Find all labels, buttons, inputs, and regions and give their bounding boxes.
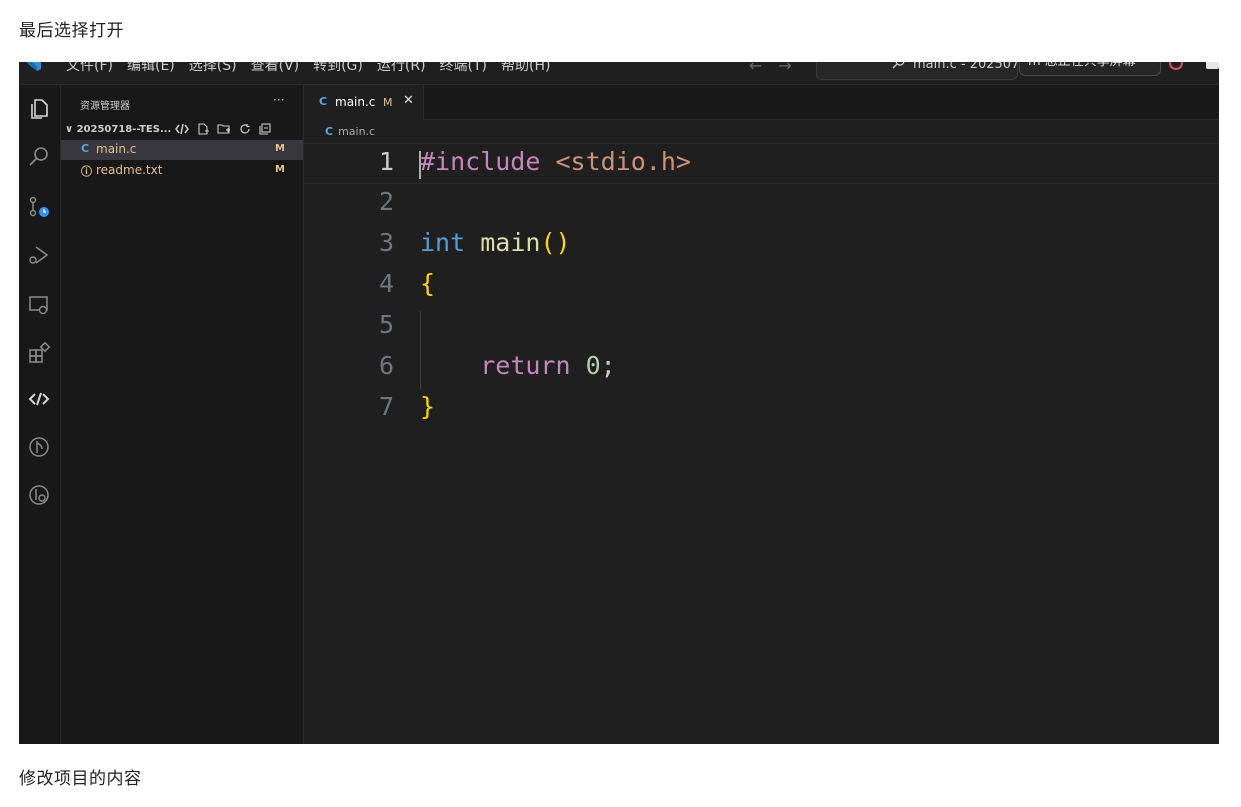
- breadcrumb-label: main.c: [338, 125, 376, 138]
- explorer-title: 资源管理器: [80, 101, 130, 112]
- new-file-icon[interactable]: [197, 123, 209, 135]
- command-center-text: main.c - 202507: [913, 62, 1020, 72]
- code-line: 5: [304, 307, 1219, 348]
- code-text: #include <stdio.h>: [420, 147, 691, 176]
- file-name: main.c: [96, 142, 137, 156]
- c-file-icon: C: [325, 125, 334, 138]
- more-actions-button[interactable]: ···: [273, 93, 284, 107]
- text-cursor: [419, 151, 421, 179]
- collapse-all-icon[interactable]: [259, 123, 271, 135]
- nav-arrows: ← →: [749, 62, 792, 75]
- c-file-icon: C: [319, 95, 328, 108]
- remote-explorer-icon[interactable]: [27, 293, 51, 317]
- menu-item[interactable]: 帮助(H): [499, 62, 552, 75]
- title-bar: 文件(F) 编辑(E) 选择(S) 查看(V) 转到(G) 运行(R) 终端(T) 帮助(H)…: [19, 62, 1219, 85]
- file-item[interactable]: Cmain.c M: [61, 140, 303, 160]
- code-line: 1 #include <stdio.h>: [304, 143, 1219, 184]
- menu-bar: 文件(F) 编辑(E) 选择(S) 查看(V) 转到(G) 运行(R) 终端(T) 帮助(H): [64, 62, 552, 75]
- explorer-icon[interactable]: [27, 97, 51, 121]
- caption-bottom: 修改项目的内容: [19, 769, 142, 789]
- back-button[interactable]: ←: [749, 62, 762, 75]
- code-token: return: [480, 351, 571, 380]
- menu-item[interactable]: 转到(G): [311, 62, 365, 75]
- live-share-icon[interactable]: [175, 123, 189, 135]
- menu-item[interactable]: 查看(V): [249, 62, 302, 75]
- search-icon[interactable]: [27, 145, 51, 169]
- vscode-window: 文件(F) 编辑(E) 选择(S) 查看(V) 转到(G) 运行(R) 终端(T) 帮助(H)…: [19, 62, 1219, 744]
- code-text: return 0;: [420, 351, 616, 380]
- menu-item[interactable]: 运行(R): [375, 62, 428, 75]
- menu-item[interactable]: 文件(F): [64, 62, 115, 75]
- line-number: 4: [378, 269, 394, 298]
- live-share-status[interactable]: m 您正在共享屏幕: [1019, 62, 1161, 76]
- search-icon: [892, 62, 905, 69]
- c-file-icon: C: [81, 142, 90, 155]
- menu-item[interactable]: 选择(S): [187, 62, 239, 75]
- editor-group: C main.c M ✕ Cmain.c 1 #include <stdio.h>…: [304, 85, 1219, 744]
- extensions-icon[interactable]: [27, 341, 51, 365]
- modified-badge: M: [383, 96, 393, 109]
- git-status-badge: M: [275, 143, 285, 154]
- tab-main-c[interactable]: C main.c M ✕: [304, 85, 424, 120]
- vscode-logo-icon: [26, 62, 41, 71]
- explorer-sidebar: 资源管理器 ··· ∨ 20250718--TES... C main.c M …: [61, 85, 304, 744]
- workspace-folder[interactable]: ∨ 20250718--TES...: [65, 124, 171, 135]
- code-token: {: [420, 269, 436, 298]
- code-token: main: [480, 228, 541, 257]
- close-icon[interactable]: ✕: [403, 93, 414, 108]
- code-line: 3 int main(): [304, 225, 1219, 266]
- menu-item[interactable]: 编辑(E): [125, 62, 177, 75]
- code-token: #include: [420, 147, 541, 176]
- code-token: (): [540, 228, 571, 257]
- code-token: }: [420, 392, 436, 421]
- code-editor[interactable]: 1 #include <stdio.h> 2 3 int main() 4{5 6 retu…: [304, 143, 1219, 743]
- line-number: 6: [378, 351, 394, 380]
- live-share-icon[interactable]: [27, 387, 51, 411]
- run-debug-icon[interactable]: [27, 243, 51, 267]
- new-folder-icon[interactable]: [217, 123, 231, 135]
- code-token: 0: [585, 351, 601, 380]
- file-name: readme.txt: [96, 163, 163, 177]
- explorer-toolbar: [175, 123, 271, 135]
- line-number: 5: [378, 310, 394, 339]
- git-graph-icon[interactable]: [27, 435, 51, 459]
- code-token: ;: [600, 351, 616, 380]
- info-icon: ⓘ: [81, 165, 92, 178]
- file-item[interactable]: ⓘ readme.txt M: [61, 161, 303, 181]
- gitlens-icon[interactable]: [27, 483, 51, 507]
- code-text: int main(): [420, 228, 571, 257]
- git-status-badge: M: [275, 164, 285, 175]
- menu-item[interactable]: 终端(T): [438, 62, 489, 75]
- line-number: 7: [378, 392, 394, 421]
- line-number: 1: [378, 147, 394, 176]
- code-token: int: [420, 228, 466, 257]
- code-line: 4{: [304, 266, 1219, 307]
- caption-top: 最后选择打开: [19, 21, 124, 41]
- code-line: 7}: [304, 389, 1219, 430]
- refresh-icon[interactable]: [239, 123, 251, 135]
- code-line: 6 return 0;: [304, 348, 1219, 389]
- layout-icon[interactable]: [1206, 62, 1219, 69]
- tab-label: main.c: [335, 95, 376, 109]
- record-icon[interactable]: [1169, 62, 1183, 70]
- line-number: 2: [378, 187, 394, 216]
- activity-bar: [19, 85, 61, 744]
- breadcrumb[interactable]: Cmain.c: [325, 125, 375, 138]
- code-text: {: [420, 269, 435, 298]
- tab-bar: C main.c M ✕: [304, 85, 1219, 120]
- source-control-icon[interactable]: [27, 195, 51, 219]
- forward-button[interactable]: →: [778, 62, 791, 75]
- code-line: 2: [304, 184, 1219, 225]
- code-token: <stdio.h>: [555, 147, 691, 176]
- line-number: 3: [378, 228, 394, 257]
- code-text: }: [420, 392, 435, 421]
